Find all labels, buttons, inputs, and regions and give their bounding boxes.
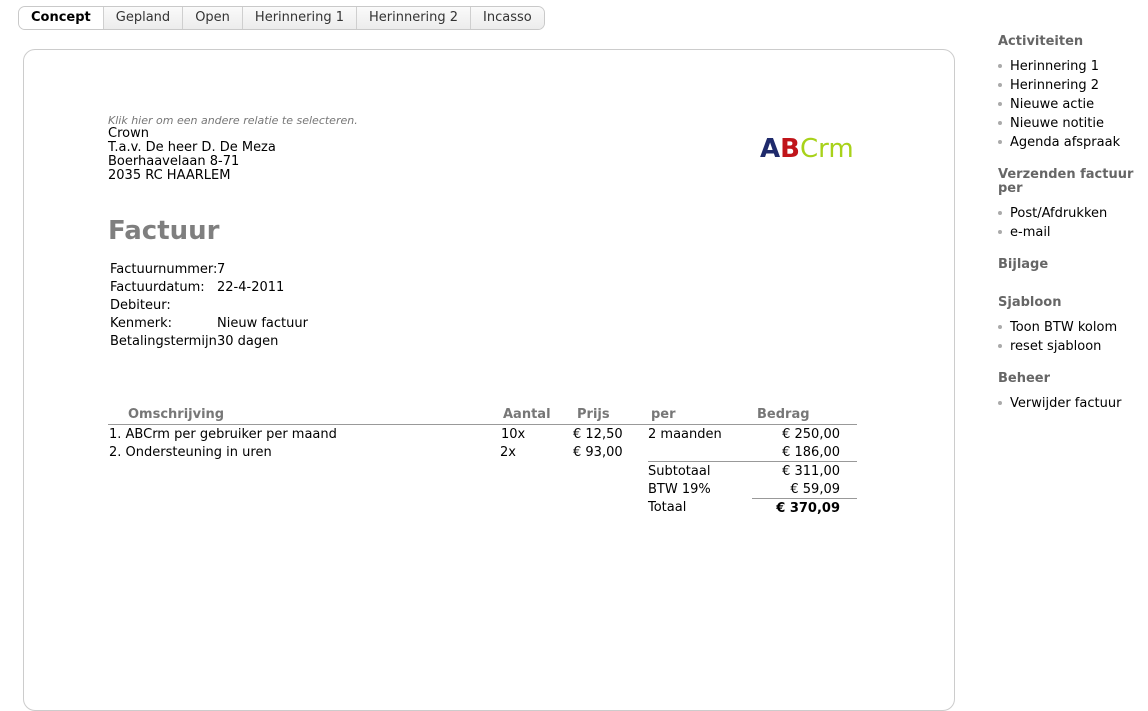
address-attention: T.a.v. De heer D. De Meza (108, 140, 276, 155)
tab-concept[interactable]: Concept (19, 7, 103, 29)
bullet-icon (998, 229, 1002, 234)
sidebar-item-nieuwe-actie[interactable]: Nieuwe actie (998, 97, 1094, 112)
invoice-document: Klik hier om een andere relatie te selec… (23, 49, 955, 711)
subtotal-value: € 311,00 (782, 464, 840, 479)
sidebar-item-toon-btw-kolom[interactable]: Toon BTW kolom (998, 320, 1117, 335)
column-header-amount: Bedrag (757, 407, 810, 422)
sidebar-item-agenda-afspraak[interactable]: Agenda afspraak (998, 135, 1120, 150)
bullet-icon (998, 120, 1002, 125)
total-value: € 370,09 (776, 501, 840, 516)
sidebar-heading-manage: Beheer (998, 371, 1051, 386)
meta-label: Betalingstermijn (110, 334, 217, 349)
meta-label: Factuurnummer: (110, 262, 218, 277)
bullet-icon (998, 343, 1002, 348)
line-amount: € 250,00 (782, 427, 840, 442)
vat-label: BTW 19% (648, 482, 711, 497)
column-header-price: Prijs (577, 407, 610, 422)
invoice-terms: 30 dagen (217, 334, 279, 349)
bullet-icon (998, 400, 1002, 405)
address-company: Crown (108, 126, 149, 141)
sidebar-heading-attachment[interactable]: Bijlage (998, 258, 1138, 272)
line-per: 2 maanden (648, 427, 722, 442)
bullet-icon (998, 63, 1002, 68)
meta-label: Kenmerk: (110, 316, 173, 331)
column-header-description: Omschrijving (128, 407, 225, 422)
tab-herinnering-1[interactable]: Herinnering 1 (241, 7, 356, 29)
address-street: Boerhaavelaan 8-71 (108, 154, 240, 169)
sidebar-heading-template: Sjabloon (998, 295, 1062, 310)
vat-value: € 59,09 (790, 482, 840, 497)
sidebar-item-verwijder-factuur[interactable]: Verwijder factuur (998, 396, 1121, 411)
invoice-date: 22-4-2011 (217, 280, 285, 295)
bullet-icon (998, 139, 1002, 144)
abcrm-logo: ABCrm (760, 134, 854, 164)
bullet-icon (998, 101, 1002, 106)
tab-open[interactable]: Open (182, 7, 242, 29)
subtotal-divider (648, 461, 857, 462)
address-city: 2035 RC HAARLEM (108, 168, 231, 183)
subtotal-label: Subtotaal (648, 464, 711, 479)
invoice-number: 7 (217, 262, 226, 277)
sidebar-item-herinnering-1[interactable]: Herinnering 1 (998, 59, 1099, 74)
bullet-icon (998, 324, 1002, 329)
line-amount: € 186,00 (782, 445, 840, 460)
tab-incasso[interactable]: Incasso (470, 7, 544, 29)
line-price: € 93,00 (573, 445, 623, 460)
total-divider (752, 498, 857, 499)
bullet-icon (998, 210, 1002, 215)
line-price: € 12,50 (573, 427, 623, 442)
total-label: Totaal (648, 500, 687, 515)
line-quantity: 2x (500, 445, 516, 460)
invoice-reference: Nieuw factuur (217, 316, 308, 331)
sidebar-item-herinnering-2[interactable]: Herinnering 2 (998, 78, 1099, 93)
meta-label: Debiteur: (110, 298, 171, 313)
sidebar-heading-send: Verzenden factuur per (998, 167, 1134, 196)
sidebar-item-reset-sjabloon[interactable]: reset sjabloon (998, 339, 1101, 354)
sidebar-item-email[interactable]: e-mail (998, 225, 1051, 240)
tab-gepland[interactable]: Gepland (102, 7, 183, 29)
tab-herinnering-2[interactable]: Herinnering 2 (355, 7, 471, 29)
line-description: 1. ABCrm per gebruiker per maand (109, 427, 337, 442)
column-header-per: per (651, 407, 676, 422)
sidebar-heading-activities: Activiteiten (998, 34, 1084, 49)
header-divider (108, 424, 857, 425)
column-header-quantity: Aantal (503, 407, 551, 422)
status-tabs: Concept Gepland Open Herinnering 1 Herin… (18, 6, 545, 30)
sidebar-item-post-afdrukken[interactable]: Post/Afdrukken (998, 206, 1107, 221)
page-title: Factuur (108, 216, 220, 246)
line-quantity: 10x (501, 427, 526, 442)
bullet-icon (998, 82, 1002, 87)
meta-label: Factuurdatum: (110, 280, 205, 295)
sidebar-item-nieuwe-notitie[interactable]: Nieuwe notitie (998, 116, 1104, 131)
line-description: 2. Ondersteuning in uren (109, 445, 272, 460)
